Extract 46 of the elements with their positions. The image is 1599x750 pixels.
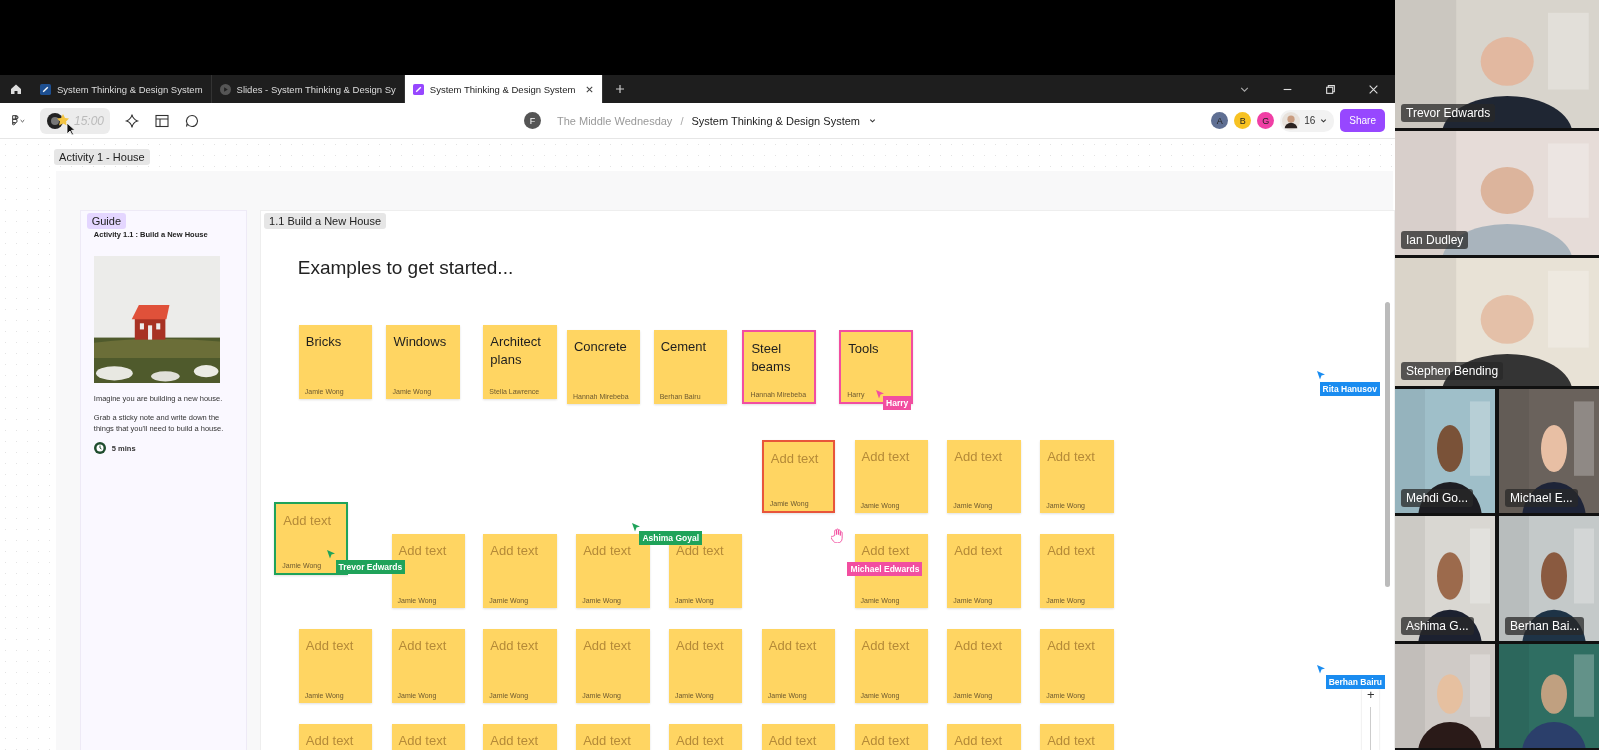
participant-name: Michael E...	[1505, 489, 1578, 507]
new-tab-icon[interactable]	[615, 84, 626, 94]
hand-cursor-icon	[831, 528, 845, 544]
cursor-name-tag: Ashima Goyal	[639, 531, 703, 546]
participant-name: Trevor Edwards	[1401, 104, 1496, 122]
timer-icon	[93, 442, 106, 455]
caret-icon	[1319, 116, 1329, 125]
participant-name: Mehdi Go...	[1401, 489, 1474, 507]
frame-label[interactable]: 1.1 Build a New House	[264, 213, 386, 230]
pointer-cursor-icon	[1315, 663, 1326, 675]
file-name[interactable]: System Thinking & Design System	[691, 114, 860, 127]
home-icon[interactable]	[10, 83, 22, 95]
participant-name: Stephen Bending	[1401, 362, 1504, 380]
zoom-in-button[interactable]: +	[1367, 687, 1375, 704]
scrollbar[interactable]	[1384, 301, 1390, 588]
cursor-name-tag: Rita Hanusov	[1319, 382, 1380, 397]
viewers-button[interactable]: 16	[1280, 109, 1335, 132]
stopwatch-icon	[46, 110, 70, 131]
restore-icon[interactable]	[1325, 83, 1336, 95]
layout-icon[interactable]	[154, 112, 171, 129]
section-label[interactable]: Activity 1 - House	[54, 148, 150, 165]
file-icon	[40, 83, 51, 95]
user-avatar[interactable]: G	[1257, 112, 1275, 129]
frame-heading: Examples to get started...	[297, 256, 514, 279]
team-avatar: F	[524, 112, 541, 129]
pointer-cursor-icon	[326, 548, 337, 560]
participant-name: Ian Dudley	[1401, 231, 1469, 249]
browser-tab[interactable]: System Thinking & Design System	[404, 75, 604, 103]
caret-icon[interactable]	[867, 116, 877, 125]
guide-tag: Guide	[86, 213, 127, 230]
file-icon	[412, 83, 424, 95]
comment-icon[interactable]	[184, 112, 201, 129]
cursor-name-tag: Berhan Bairu	[1325, 675, 1386, 690]
close-icon[interactable]	[585, 84, 595, 94]
pointer-icon	[66, 121, 76, 136]
participant-name: Ashima G...	[1401, 617, 1474, 635]
user-avatar[interactable]: A	[1211, 112, 1229, 129]
sparkle-icon[interactable]	[124, 112, 141, 129]
share-button[interactable]: Share	[1340, 109, 1385, 132]
team-name[interactable]: The Middle Wednesday	[557, 114, 673, 127]
participant-name: Berhan Bai...	[1505, 617, 1585, 635]
user-avatar[interactable]: B	[1234, 112, 1252, 129]
avatar-icon	[1282, 111, 1301, 130]
pointer-cursor-icon	[874, 388, 885, 400]
play-icon	[219, 83, 231, 95]
breadcrumb-separator: /	[680, 114, 684, 127]
